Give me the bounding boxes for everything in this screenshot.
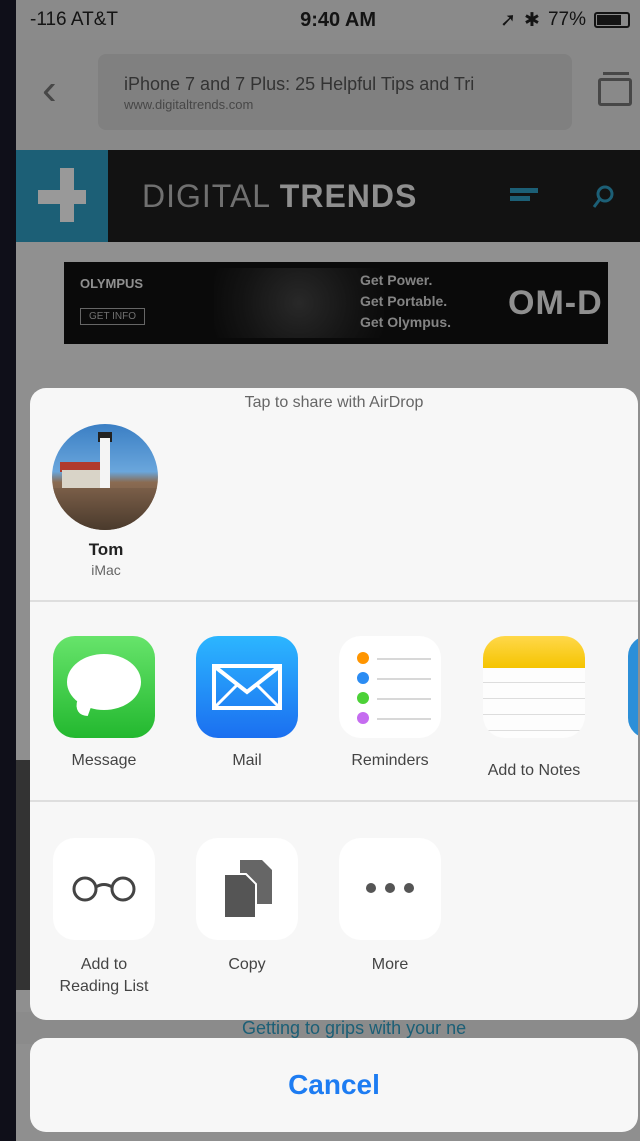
action-more[interactable]: More [330,838,450,976]
contact-device: iMac [91,562,121,578]
share-app-mail[interactable]: Mail [187,636,307,770]
airdrop-contact[interactable]: Tom iMac [52,424,160,578]
avatar [52,424,158,530]
share-sheet: Tap to share with AirDrop Tom iMac Messa… [30,388,638,1020]
next-app-icon[interactable] [628,636,638,738]
action-add-to-reading-list[interactable]: Add to Reading List [44,838,164,998]
action-row: Add to Reading List Copy More [30,802,638,1020]
action-label: More [371,956,409,973]
app-label: Reminders [351,752,429,769]
contact-name: Tom [88,540,124,559]
glasses-icon [53,838,155,940]
messages-icon [53,636,155,738]
action-label: Add to Reading List [59,956,149,995]
reminders-icon [339,636,441,738]
cancel-button[interactable]: Cancel [30,1038,638,1132]
share-app-reminders[interactable]: Reminders [330,636,450,770]
action-label: Copy [228,956,266,973]
mail-icon [196,636,298,738]
notes-icon [483,636,585,738]
share-app-message[interactable]: Message [44,636,164,770]
app-row: Message Mail Reminders Add to Notes [30,602,638,800]
more-icon [339,838,441,940]
app-label: Message [71,752,137,769]
app-label: Mail [232,752,262,769]
action-copy[interactable]: Copy [187,838,307,976]
share-app-notes[interactable]: Add to Notes [474,636,594,780]
app-label: Add to Notes [487,762,581,779]
copy-icon [196,838,298,940]
airdrop-hint: Tap to share with AirDrop [244,394,424,411]
